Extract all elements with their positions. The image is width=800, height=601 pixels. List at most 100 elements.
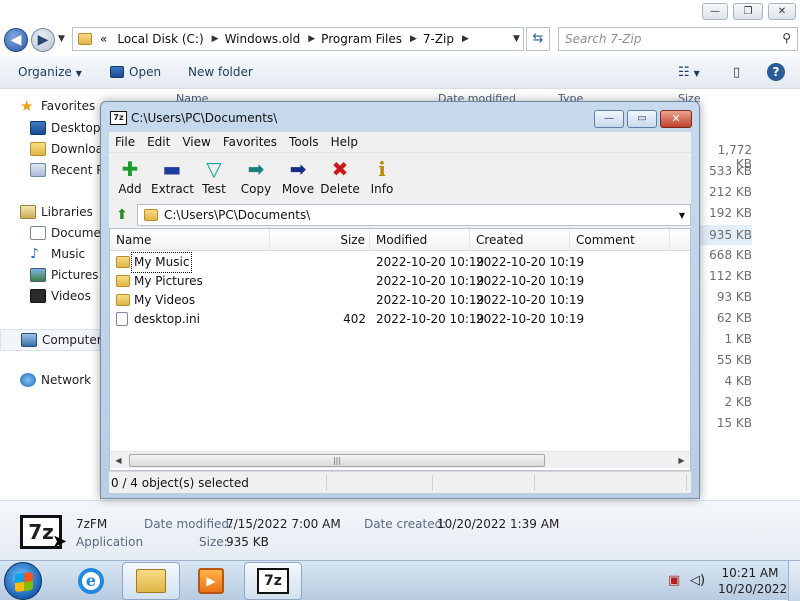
up-folder-icon[interactable]: ⬆ bbox=[112, 205, 132, 225]
file-name[interactable]: desktop.ini bbox=[134, 310, 200, 329]
maximize-button[interactable]: ❐ bbox=[733, 3, 763, 20]
file-row[interactable]: My Music 2022-10-20 10:19 2022-10-20 10:… bbox=[110, 252, 690, 273]
breadcrumb-local-disk[interactable]: Local Disk (C:) bbox=[113, 32, 209, 46]
preview-pane-icon[interactable]: ▯ bbox=[733, 65, 740, 80]
breadcrumb-windows-old[interactable]: Windows.old bbox=[221, 32, 307, 46]
scroll-right-icon[interactable]: ▶ bbox=[673, 452, 690, 469]
help-icon[interactable]: ? bbox=[767, 63, 785, 81]
path-input[interactable]: C:\Users\PC\Documents\ ▼ bbox=[137, 204, 691, 226]
search-input[interactable]: Search 7-Zip ⚲ bbox=[558, 27, 798, 51]
details-pane: 7z ➤ 7zFM Application Date modified: 7/1… bbox=[0, 500, 800, 560]
column-header-size[interactable]: Size bbox=[270, 229, 370, 251]
recent-pages-dropdown-icon[interactable]: ▼ bbox=[58, 34, 65, 44]
file-name[interactable]: My Music bbox=[130, 252, 193, 273]
test-label: Test bbox=[202, 182, 226, 196]
file-size: 93 KB bbox=[716, 290, 752, 304]
column-header-created[interactable]: Created bbox=[470, 229, 570, 251]
move-button[interactable]: ➡ Move bbox=[277, 157, 319, 196]
close-button[interactable]: ✕ bbox=[768, 3, 796, 20]
chevron-right-icon[interactable]: ▶ bbox=[408, 34, 419, 44]
nav-desktop[interactable]: Desktop bbox=[30, 121, 101, 135]
organize-button[interactable]: Organize ▼ bbox=[18, 65, 82, 79]
7zip-close-button[interactable]: ✕ bbox=[660, 110, 692, 128]
details-date-modified-label: Date modified: bbox=[144, 517, 234, 531]
show-desktop-button[interactable] bbox=[788, 561, 800, 601]
nav-pictures[interactable]: Pictures bbox=[30, 268, 99, 282]
taskbar-internet-explorer[interactable]: e bbox=[62, 562, 120, 600]
breadcrumb-7zip[interactable]: 7-Zip bbox=[419, 32, 460, 46]
extract-button[interactable]: ▬ Extract bbox=[151, 157, 194, 196]
mouse-cursor-icon: ➤ bbox=[52, 531, 68, 552]
clock-time: 10:21 AM bbox=[721, 566, 779, 580]
7zip-maximize-button[interactable]: ▭ bbox=[627, 110, 657, 128]
test-button[interactable]: ▽ Test bbox=[193, 157, 235, 196]
taskbar-7zip[interactable]: 7z bbox=[244, 562, 302, 600]
file-modified: 2022-10-20 10:19 bbox=[376, 312, 485, 326]
search-icon[interactable]: ⚲ bbox=[782, 31, 791, 45]
file-size-selected[interactable]: 935 KB bbox=[700, 225, 752, 245]
horizontal-scrollbar[interactable]: ◀ ||| ▶ bbox=[110, 451, 690, 468]
file-row[interactable]: desktop.ini 402 2022-10-20 10:19 2022-10… bbox=[110, 310, 690, 329]
scrollbar-thumb[interactable]: ||| bbox=[129, 454, 545, 467]
address-bar[interactable]: « Local Disk (C:) ▶ Windows.old ▶ Progra… bbox=[72, 27, 524, 51]
new-folder-button[interactable]: New folder bbox=[188, 65, 253, 79]
nav-music[interactable]: ♪ Music bbox=[30, 247, 85, 261]
taskbar-media-player[interactable]: ▶ bbox=[182, 562, 240, 600]
start-button[interactable] bbox=[4, 562, 42, 600]
view-options-icon[interactable]: ☷ ▼ bbox=[678, 65, 700, 80]
back-arrow-icon[interactable]: ◀ bbox=[4, 28, 28, 52]
info-button[interactable]: i Info bbox=[361, 157, 403, 196]
7zip-title-bar[interactable]: 7z C:\Users\PC\Documents\ — ▭ ✕ bbox=[101, 102, 699, 132]
breadcrumb-overflow[interactable]: « bbox=[96, 32, 113, 46]
system-clock[interactable]: 10:21 AM 10/20/2022 bbox=[718, 565, 787, 597]
nav-computer[interactable]: Computer bbox=[0, 329, 102, 351]
refresh-icon[interactable]: ⇆ bbox=[526, 27, 550, 51]
column-header-comment[interactable]: Comment bbox=[570, 229, 670, 251]
chevron-right-icon[interactable]: ▶ bbox=[306, 34, 317, 44]
copy-button[interactable]: ➡ Copy bbox=[235, 157, 277, 196]
file-row[interactable]: My Pictures 2022-10-20 10:19 2022-10-20 … bbox=[110, 272, 690, 291]
scroll-left-icon[interactable]: ◀ bbox=[110, 452, 127, 469]
volume-icon[interactable]: ◁) bbox=[690, 573, 705, 588]
forward-arrow-icon[interactable]: ▶ bbox=[31, 28, 55, 52]
menu-favorites[interactable]: Favorites bbox=[217, 135, 283, 149]
file-name[interactable]: My Videos bbox=[134, 291, 195, 310]
open-label: Open bbox=[129, 65, 162, 79]
desktop-icon bbox=[30, 121, 46, 135]
chevron-right-icon[interactable]: ▶ bbox=[210, 34, 221, 44]
menu-tools[interactable]: Tools bbox=[283, 135, 325, 149]
minimize-button[interactable]: — bbox=[702, 3, 728, 20]
pictures-icon bbox=[30, 268, 46, 282]
address-dropdown-icon[interactable]: ▼ bbox=[511, 34, 522, 44]
menu-file[interactable]: File bbox=[109, 135, 141, 149]
status-cell bbox=[537, 475, 687, 491]
info-label: Info bbox=[370, 182, 394, 196]
nav-videos[interactable]: Videos bbox=[30, 289, 91, 303]
menu-edit[interactable]: Edit bbox=[141, 135, 176, 149]
menu-help[interactable]: Help bbox=[325, 135, 364, 149]
column-header-name[interactable]: Name bbox=[110, 229, 270, 251]
file-name[interactable]: My Pictures bbox=[134, 272, 203, 291]
chevron-down-icon: ▼ bbox=[75, 69, 82, 78]
explorer-navigation-bar: ◀ ▶ ▼ « Local Disk (C:) ▶ Windows.old ▶ … bbox=[0, 24, 800, 52]
chevron-down-icon[interactable]: ▼ bbox=[679, 211, 685, 220]
breadcrumb-program-files[interactable]: Program Files bbox=[317, 32, 408, 46]
file-row[interactable]: My Videos 2022-10-20 10:19 2022-10-20 10… bbox=[110, 291, 690, 310]
chevron-right-icon[interactable]: ▶ bbox=[460, 34, 471, 44]
delete-button[interactable]: ✖ Delete bbox=[319, 157, 361, 196]
menu-view[interactable]: View bbox=[176, 135, 216, 149]
network-status-icon[interactable]: ▣ bbox=[668, 573, 680, 588]
nav-network[interactable]: Network bbox=[20, 373, 91, 387]
open-button[interactable]: Open bbox=[110, 65, 161, 79]
nav-libraries[interactable]: Libraries bbox=[20, 205, 93, 219]
file-modified: 2022-10-20 10:19 bbox=[376, 255, 485, 269]
7zip-minimize-button[interactable]: — bbox=[594, 110, 624, 128]
taskbar-windows-explorer[interactable] bbox=[122, 562, 180, 600]
add-button[interactable]: ✚ Add bbox=[109, 157, 151, 196]
videos-icon bbox=[30, 289, 46, 303]
7zip-file-manager-window: 7z C:\Users\PC\Documents\ — ▭ ✕ File Edi… bbox=[100, 101, 700, 499]
info-icon: i bbox=[378, 157, 386, 181]
nav-favorites[interactable]: ★ Favorites bbox=[20, 99, 95, 114]
organize-label: Organize bbox=[18, 65, 72, 79]
column-header-modified[interactable]: Modified bbox=[370, 229, 470, 251]
